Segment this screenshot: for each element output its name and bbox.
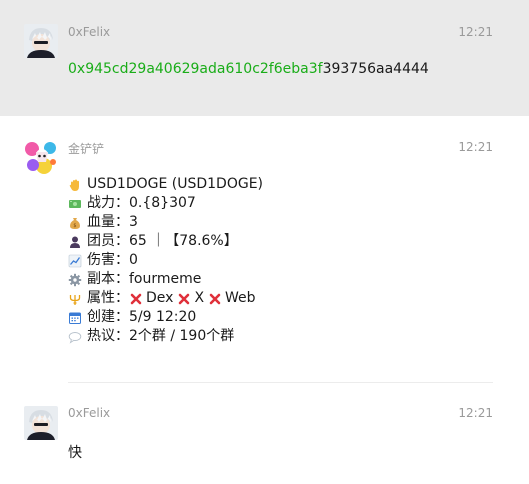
speech-bubble-icon [68,330,82,344]
cross-mark-icon [177,292,191,306]
cross-mark-icon [129,292,143,306]
power-line: 战力： 0.{8}307 [68,194,263,213]
created-line: 创建： 5/9 12:20 [68,308,263,327]
cross-mark-icon [208,292,222,306]
talk-label: 热议： [87,328,129,344]
message-time: 12:21 [458,140,493,154]
calendar-icon [68,311,82,325]
sender-avatar[interactable] [24,140,58,174]
damage-value: 0 [129,252,138,268]
message-text[interactable]: 0x945cd29a40629ada610c2f6eba3f393756aa44… [68,61,429,77]
members-value: 65 ｜【78.6%】 [129,233,238,249]
dungeon-line: 副本： fourmeme [68,270,263,289]
gear-icon [68,273,82,287]
attr-label: 属性： [87,290,129,306]
message-divider [68,382,493,383]
sender-name[interactable]: 0xFelix [68,25,110,39]
person-icon [68,235,82,249]
hp-value: 3 [129,214,138,230]
members-label: 团员： [87,233,129,249]
dungeon-label: 副本： [87,271,129,287]
svg-text:$: $ [73,223,76,229]
talk-value: 2个群 / 190个群 [129,328,235,344]
power-label: 战力： [87,195,129,211]
message-item[interactable]: 0xFelix 12:21 快 [0,386,529,484]
hp-label: 血量： [87,214,129,230]
money-bag-icon: $ [68,216,82,230]
created-label: 创建： [87,309,129,325]
talk-line: 热议： 2个群 / 190个群 [68,327,263,346]
sender-name[interactable]: 金铲铲 [68,140,104,157]
message-item[interactable]: 金铲铲 12:21 USD1DOGE (USD1DOGE) 战力： 0.{8}3… [0,116,529,386]
attr-dex: Dex [129,289,173,308]
address-link[interactable]: 0x945cd29a40629ada610c2f6eba3f [68,61,323,77]
power-value: 0.{8}307 [129,195,196,211]
created-value: 5/9 12:20 [129,309,197,325]
message-time: 12:21 [458,25,493,39]
attr-x: X [177,289,204,308]
chart-up-icon [68,254,82,268]
raised-hand-icon [68,178,82,192]
members-line: 团员： 65 ｜【78.6%】 [68,232,263,251]
attr-web: Web [208,289,256,308]
sender-name[interactable]: 0xFelix [68,406,110,420]
money-icon [68,197,82,211]
token-title: USD1DOGE (USD1DOGE) [87,176,264,192]
attr-line: 属性： Dex X Web [68,289,263,308]
address-rest: 393756aa4444 [322,61,429,77]
trident-icon [68,292,82,306]
sender-avatar[interactable] [24,24,58,58]
message-item[interactable]: 0xFelix 12:21 0x945cd29a40629ada610c2f6e… [0,0,529,116]
damage-label: 伤害： [87,252,129,268]
hp-line: $ 血量： 3 [68,213,263,232]
token-info-card[interactable]: USD1DOGE (USD1DOGE) 战力： 0.{8}307 $ 血量： 3… [68,175,263,346]
message-text[interactable]: 快 [68,442,82,462]
message-time: 12:21 [458,406,493,420]
damage-line: 伤害： 0 [68,251,263,270]
sender-avatar[interactable] [24,406,58,440]
dungeon-value: fourmeme [129,271,202,287]
token-title-line: USD1DOGE (USD1DOGE) [68,175,263,194]
